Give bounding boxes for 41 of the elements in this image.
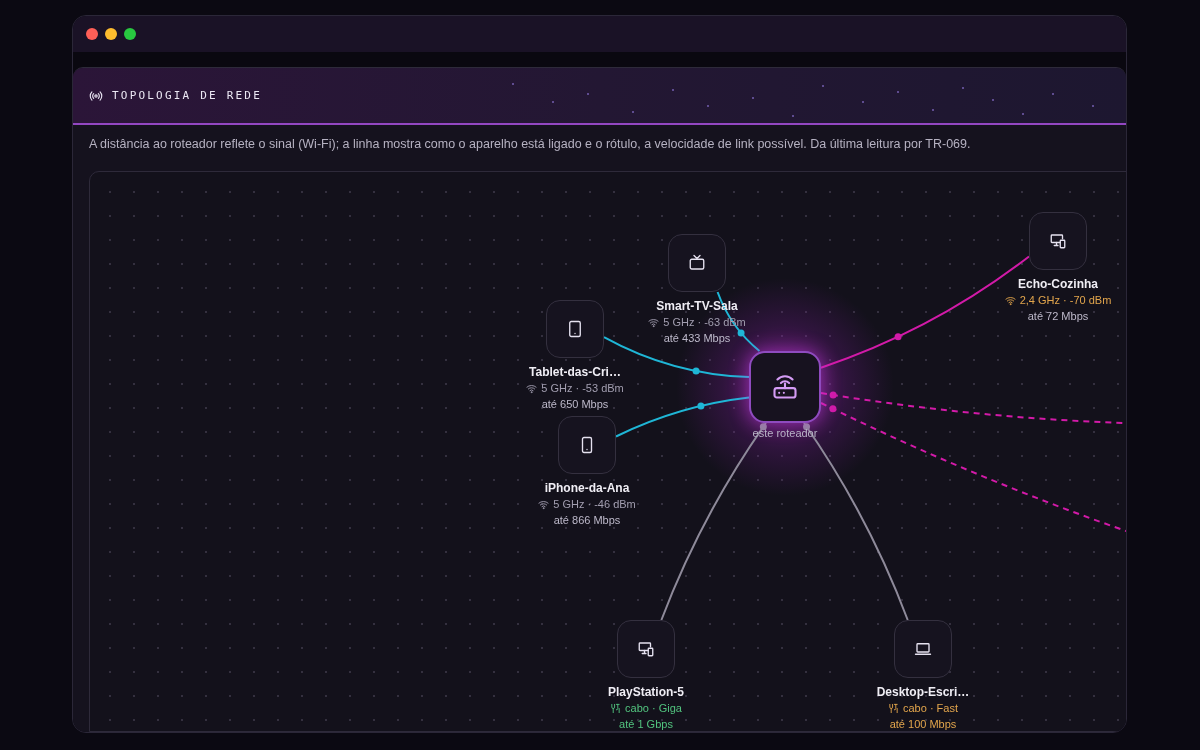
link-detail: 5 GHz · -46 dBm [553, 497, 636, 512]
description-text: A distância ao roteador reflete o sinal (Wi-Fi); a linha mostra como o aparelho está ligado e o rótulo, a velocidade de link possível. Da última leitura por TR-069. [88, 136, 972, 153]
device-tile[interactable] [546, 300, 604, 358]
link-detail: cabo · Fast [903, 701, 958, 716]
device-tile[interactable] [668, 234, 726, 292]
device-name: PlayStation-5 [608, 684, 684, 700]
link-detail: cabo · Giga [625, 701, 682, 716]
device-tile[interactable] [1029, 212, 1087, 270]
link-detail: 5 GHz · -53 dBm [541, 381, 624, 396]
panel-title: TOPOLOGIA DE REDE [112, 89, 262, 102]
link-speed: até 100 Mbps [889, 717, 957, 731]
wifi-icon [648, 316, 660, 328]
link-speed: até 72 Mbps [1027, 309, 1089, 324]
tv-icon [688, 254, 706, 272]
device-name: Desktop-Escri… [876, 684, 970, 700]
device-name: Tablet-das-Cri… [529, 364, 621, 380]
device-tile[interactable] [558, 416, 616, 474]
cable-icon [610, 702, 622, 714]
wifi-icon [538, 498, 550, 510]
cable-icon [888, 702, 899, 714]
broadcast-icon [89, 88, 103, 103]
maximize-button[interactable] [124, 28, 136, 40]
link-detail: 2,4 GHz · -70 dBm [1019, 293, 1112, 308]
laptop-icon [914, 640, 932, 658]
minimize-button[interactable] [105, 28, 117, 40]
link-speed: até 866 Mbps [553, 513, 621, 528]
monitor-phone-icon [1049, 232, 1067, 250]
device-tile[interactable] [894, 620, 952, 678]
device-tile[interactable] [617, 620, 675, 678]
monitor-phone-icon [637, 640, 655, 658]
device-name: iPhone-da-Ana [544, 480, 630, 496]
router-tile[interactable] [749, 351, 821, 423]
router-icon [771, 373, 799, 401]
close-button[interactable] [86, 28, 98, 40]
device-name: Echo-Cozinha [1018, 276, 1098, 292]
link-speed: até 1 Gbps [619, 717, 673, 731]
tablet-icon [566, 320, 584, 338]
link-speed: até 433 Mbps [663, 331, 731, 346]
wifi-icon [526, 382, 538, 394]
link-speed: até 650 Mbps [541, 397, 609, 412]
wifi-icon [1004, 294, 1016, 306]
